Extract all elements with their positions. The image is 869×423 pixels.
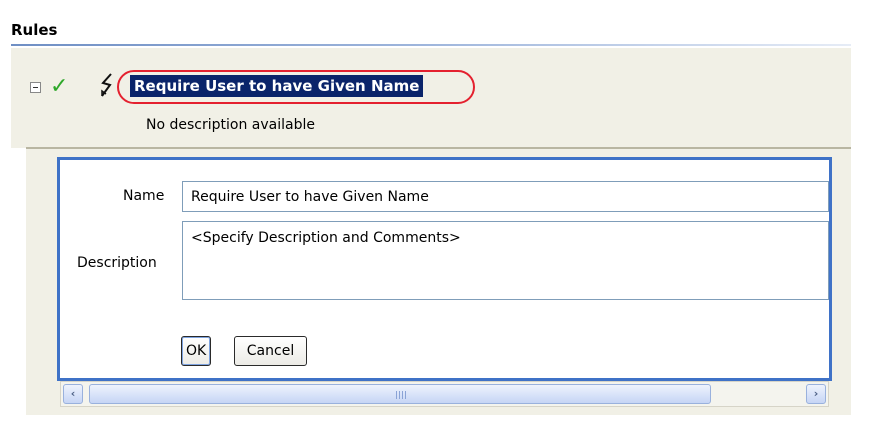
description-input[interactable]: <Specify Description and Comments> xyxy=(182,221,829,300)
scroll-left-button[interactable]: ‹ xyxy=(63,384,83,404)
cancel-button[interactable]: Cancel xyxy=(234,336,307,366)
ok-button[interactable]: OK xyxy=(181,336,211,366)
name-input[interactable] xyxy=(182,181,829,212)
check-icon: ✓ xyxy=(50,74,69,99)
scroll-right-button[interactable]: › xyxy=(806,384,826,404)
scrollbar-thumb[interactable] xyxy=(89,384,711,404)
rule-description: No description available xyxy=(146,117,315,133)
section-divider xyxy=(11,44,851,46)
name-label: Name xyxy=(123,188,165,204)
horizontal-scrollbar[interactable]: ‹ › xyxy=(60,381,829,407)
rule-lightning-icon xyxy=(100,73,114,101)
section-title: Rules xyxy=(11,21,58,39)
scrollbar-grip xyxy=(396,391,406,399)
collapse-icon[interactable] xyxy=(30,82,41,93)
rule-name[interactable]: Require User to have Given Name xyxy=(130,75,424,97)
description-label: Description xyxy=(77,255,157,271)
